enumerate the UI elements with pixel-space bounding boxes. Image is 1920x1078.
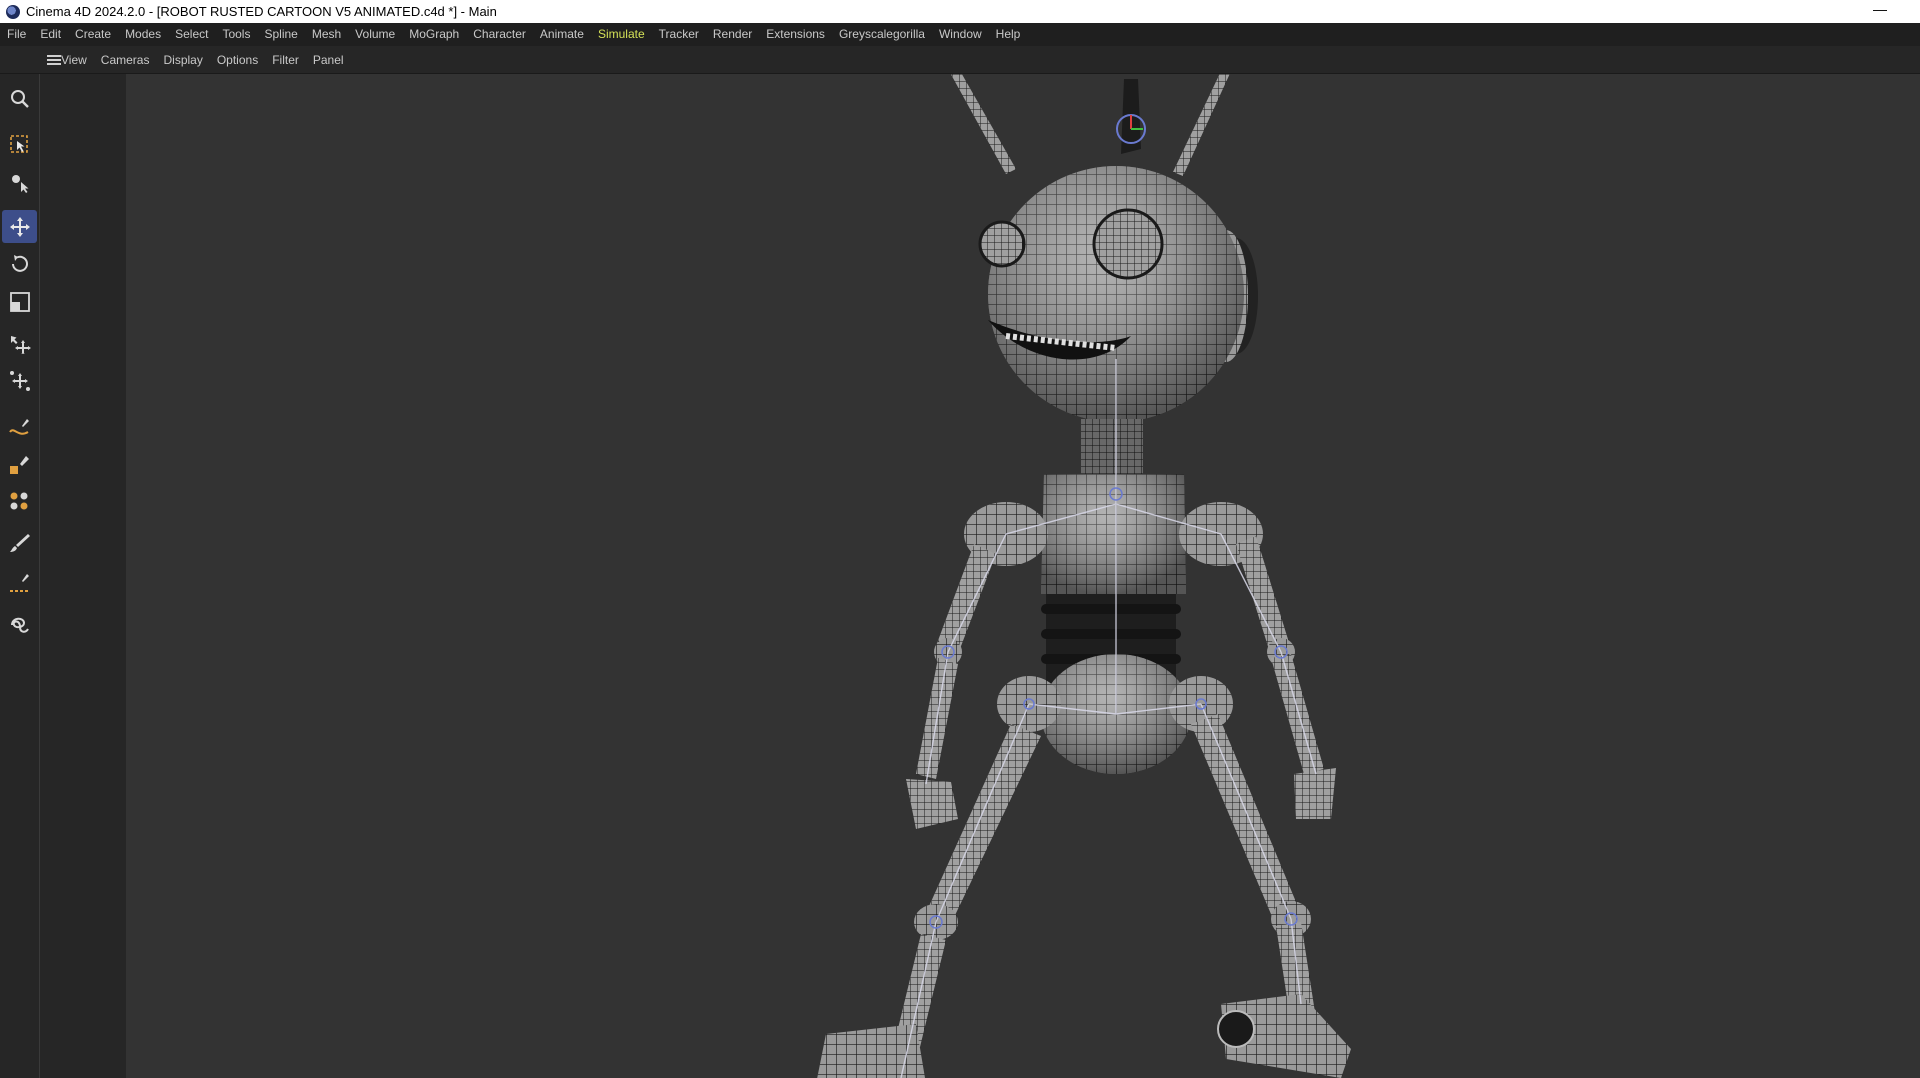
knife-icon[interactable] <box>2 566 37 599</box>
search-icon[interactable] <box>2 82 37 115</box>
menu-greyscalegorilla[interactable]: Greyscalegorilla <box>832 23 932 46</box>
left-toolbar <box>0 74 40 1078</box>
menu-mograph[interactable]: MoGraph <box>402 23 466 46</box>
viewport-menu-panel[interactable]: Panel <box>306 46 351 74</box>
panel-divider <box>40 74 126 1078</box>
menu-create[interactable]: Create <box>68 23 118 46</box>
menu-spline[interactable]: Spline <box>257 23 304 46</box>
menu-select[interactable]: Select <box>168 23 215 46</box>
viewport-menu-filter[interactable]: Filter <box>265 46 306 74</box>
menu-character[interactable]: Character <box>466 23 533 46</box>
viewport-menu-options[interactable]: Options <box>210 46 265 74</box>
viewport-menu-cameras[interactable]: Cameras <box>94 46 157 74</box>
menu-render[interactable]: Render <box>706 23 759 46</box>
spline-pen-icon[interactable] <box>2 411 37 444</box>
3d-viewport[interactable] <box>126 74 1920 1078</box>
menu-tools[interactable]: Tools <box>215 23 257 46</box>
rotate-icon[interactable] <box>2 247 37 280</box>
spline-cube-icon[interactable] <box>2 448 37 481</box>
cinema4d-logo-icon <box>6 4 20 19</box>
menu-extensions[interactable]: Extensions <box>759 23 832 46</box>
robot-wireframe-model[interactable] <box>126 74 1920 1078</box>
window-title: Cinema 4D 2024.2.0 - [ROBOT RUSTED CARTO… <box>26 4 497 19</box>
menu-animate[interactable]: Animate <box>533 23 591 46</box>
live-selection-icon[interactable] <box>2 128 37 161</box>
viewport-menu-display[interactable]: Display <box>156 46 209 74</box>
menu-modes[interactable]: Modes <box>118 23 168 46</box>
move-icon[interactable] <box>2 210 37 243</box>
menu-volume[interactable]: Volume <box>348 23 402 46</box>
lasso-icon[interactable] <box>2 608 37 641</box>
minimize-button[interactable]: — <box>1870 2 1890 20</box>
cloner-icon[interactable] <box>2 484 37 517</box>
multi-transform-icon[interactable] <box>2 364 37 397</box>
menu-window[interactable]: Window <box>932 23 989 46</box>
menu-simulate[interactable]: Simulate <box>591 23 652 46</box>
title-bar: Cinema 4D 2024.2.0 - [ROBOT RUSTED CARTO… <box>0 0 1920 23</box>
object-tool-icon[interactable] <box>2 166 37 199</box>
menu-help[interactable]: Help <box>989 23 1028 46</box>
menu-mesh[interactable]: Mesh <box>305 23 348 46</box>
viewport-menu-bar: View Cameras Display Options Filter Panel <box>0 46 1920 74</box>
menu-edit[interactable]: Edit <box>33 23 68 46</box>
transform-icon[interactable] <box>2 328 37 361</box>
main-menu-bar: File Edit Create Modes Select Tools Spline Mesh… <box>0 23 1920 46</box>
viewport-menu-view[interactable]: View <box>54 46 94 74</box>
menu-file[interactable]: File <box>0 23 33 46</box>
brush-icon[interactable] <box>2 526 37 559</box>
scale-icon[interactable] <box>2 285 37 318</box>
menu-tracker[interactable]: Tracker <box>652 23 706 46</box>
